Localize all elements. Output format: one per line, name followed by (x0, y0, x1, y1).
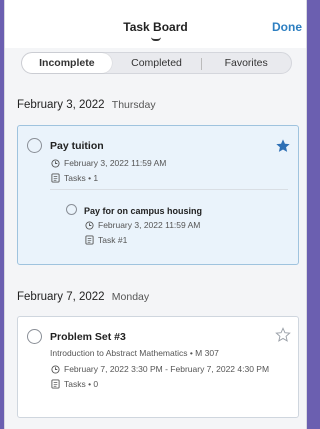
subtask-number-text: Task #1 (98, 235, 128, 245)
task-count: Tasks • 1 (50, 173, 98, 183)
subtask-datetime-text: February 3, 2022 11:59 AM (98, 220, 201, 230)
tab-favorites[interactable]: Favorites (201, 53, 291, 73)
checklist-icon (84, 235, 94, 245)
checklist-icon (50, 379, 60, 389)
section-header: February 3, 2022 Thursday (17, 99, 156, 111)
page-title: Task Board (123, 20, 188, 34)
clock-icon (50, 364, 60, 374)
tab-incomplete[interactable]: Incomplete (22, 53, 112, 73)
clock-icon (84, 220, 94, 230)
task-datetime: February 3, 2022 11:59 AM (50, 158, 166, 168)
subtask-title: Pay for on campus housing (84, 206, 203, 216)
section-day: Monday (111, 291, 150, 303)
star-filled-icon[interactable] (275, 138, 291, 154)
clock-icon (50, 158, 60, 168)
task-count-text: Tasks • 1 (64, 173, 99, 183)
task-count-text: Tasks • 0 (64, 379, 99, 389)
tab-completed[interactable]: Completed (112, 53, 202, 73)
star-outline-icon[interactable] (275, 327, 291, 343)
task-board-screen: Task Board Done Incomplete Completed Fav… (4, 0, 307, 429)
task-datetime-text: February 7, 2022 3:30 PM - February 7, 2… (64, 364, 270, 374)
task-datetime-text: February 3, 2022 11:59 AM (64, 158, 167, 168)
checklist-icon (50, 173, 60, 183)
subtask-number: Task #1 (84, 235, 127, 245)
complete-checkbox[interactable] (27, 138, 42, 153)
task-count: Tasks • 0 (50, 379, 98, 389)
subtask-datetime: February 3, 2022 11:59 AM (84, 220, 200, 230)
subtask-checkbox[interactable] (66, 204, 77, 215)
status-segmented-control: Incomplete Completed Favorites (21, 52, 292, 74)
complete-checkbox[interactable] (27, 329, 42, 344)
section-day: Thursday (111, 99, 156, 111)
done-button[interactable]: Done (272, 20, 302, 34)
section-header: February 7, 2022 Monday (17, 291, 149, 303)
divider (50, 189, 288, 190)
header: Task Board Done (5, 0, 306, 48)
task-card[interactable]: Problem Set #3 Introduction to Abstract … (17, 316, 299, 418)
sheet-grabber-icon[interactable] (151, 37, 161, 41)
task-datetime: February 7, 2022 3:30 PM - February 7, 2… (50, 364, 269, 374)
task-title: Pay tuition (50, 140, 104, 152)
task-course: Introduction to Abstract Mathematics • M… (50, 348, 219, 358)
task-card[interactable]: Pay tuition February 3, 2022 11:59 AM Ta… (17, 125, 299, 265)
section-date: February 7, 2022 (17, 291, 105, 303)
section-date: February 3, 2022 (17, 99, 105, 111)
task-title: Problem Set #3 (50, 331, 126, 343)
